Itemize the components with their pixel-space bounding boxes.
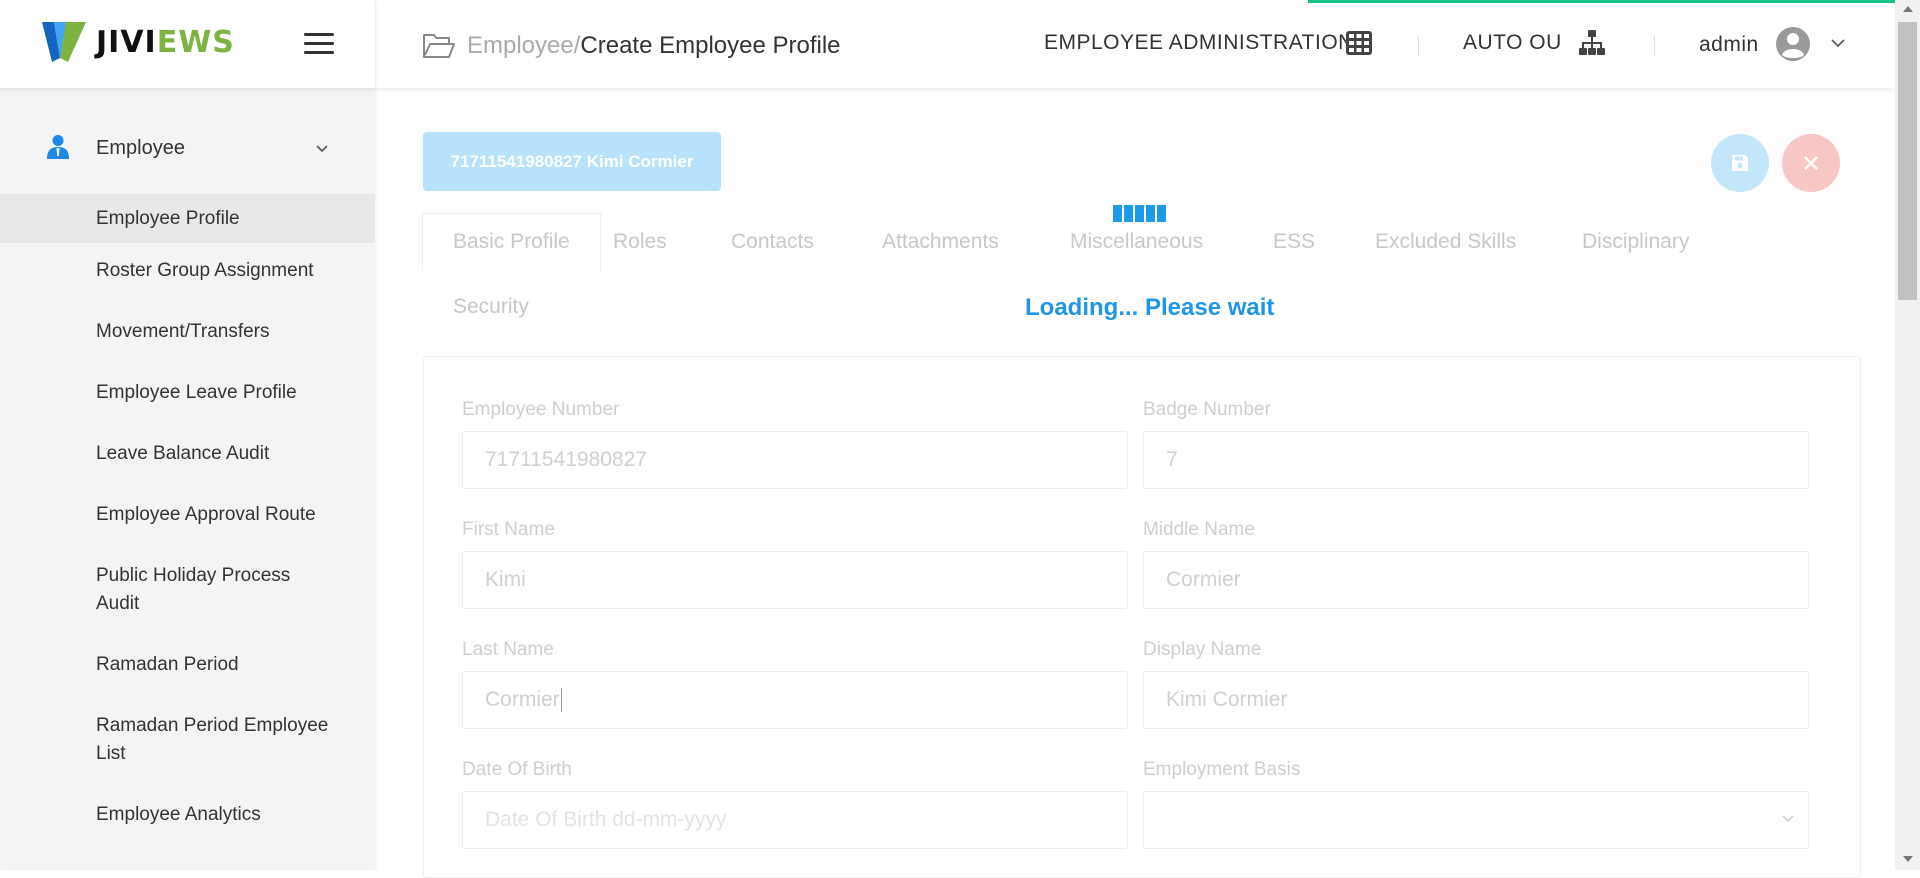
header-divider xyxy=(1654,36,1655,56)
first-name-field[interactable]: Kimi xyxy=(462,551,1128,609)
hamburger-menu-icon[interactable] xyxy=(304,33,334,55)
date-of-birth-label: Date Of Birth xyxy=(462,759,572,780)
last-name-value: Cormier xyxy=(485,688,562,713)
sidebar-item-label: Employee Profile xyxy=(96,208,240,229)
first-name-value: Kimi xyxy=(485,568,526,591)
scroll-up-arrow-icon[interactable] xyxy=(1903,6,1913,12)
user-avatar-icon[interactable] xyxy=(1775,26,1811,62)
close-icon xyxy=(1804,156,1818,170)
sidebar-section-label: Employee xyxy=(96,137,185,159)
sidebar: JIVIEWS Employee Employee Profile Roster… xyxy=(0,0,375,870)
tab-excluded-skills[interactable]: Excluded Skills xyxy=(1375,230,1516,254)
sidebar-item-employee-leave-profile[interactable]: Employee Leave Profile xyxy=(0,365,375,426)
tab-ess[interactable]: ESS xyxy=(1273,230,1315,254)
sidebar-section-employee[interactable]: Employee xyxy=(0,120,375,176)
scroll-down-arrow-icon[interactable] xyxy=(1903,856,1913,862)
basic-profile-form: Employee Number 71711541980827 Badge Num… xyxy=(423,356,1861,878)
display-name-value: Kimi Cormier xyxy=(1166,688,1288,711)
last-name-text: Cormier xyxy=(485,688,560,711)
header-divider xyxy=(1418,36,1419,56)
tab-disciplinary[interactable]: Disciplinary xyxy=(1582,230,1689,254)
sidebar-item-ramadan-period-employee-list[interactable]: Ramadan Period Employee List xyxy=(0,698,375,787)
tab-miscellaneous[interactable]: Miscellaneous xyxy=(1070,230,1203,254)
employment-basis-label: Employment Basis xyxy=(1143,759,1301,780)
module-label[interactable]: EMPLOYEE ADMINISTRATION xyxy=(1044,31,1354,55)
loading-spinner-icon xyxy=(1113,205,1166,222)
folder-open-icon xyxy=(423,34,455,58)
tab-attachments[interactable]: Attachments xyxy=(882,230,999,254)
sidebar-item-leave-balance-audit[interactable]: Leave Balance Audit xyxy=(0,426,375,487)
sidebar-item-label: Roster Group Assignment xyxy=(96,260,314,281)
loading-message: Loading... Please wait xyxy=(1025,294,1275,321)
tab-contacts[interactable]: Contacts xyxy=(731,230,814,254)
sidebar-item-label: Public Holiday Process Audit xyxy=(96,565,291,614)
last-name-field[interactable]: Cormier xyxy=(462,671,1128,729)
sidebar-item-label: Leave Balance Audit xyxy=(96,443,270,464)
tab-roles[interactable]: Roles xyxy=(613,230,667,254)
date-of-birth-placeholder: Date Of Birth dd-mm-yyyy xyxy=(485,808,727,831)
last-name-label: Last Name xyxy=(462,639,554,660)
badge-number-label: Badge Number xyxy=(1143,399,1271,420)
page-scrollbar[interactable] xyxy=(1895,0,1920,870)
sidebar-item-ramadan-period[interactable]: Ramadan Period xyxy=(0,637,375,698)
display-name-field[interactable]: Kimi Cormier xyxy=(1143,671,1809,729)
sidebar-item-label: Employee Leave Profile xyxy=(96,382,297,403)
sidebar-item-employee-profile[interactable]: Employee Profile xyxy=(0,194,375,243)
brand-logo-mark-icon xyxy=(42,22,86,62)
employee-number-value: 71711541980827 xyxy=(485,448,647,471)
badge-number-value: 7 xyxy=(1166,448,1178,471)
sidebar-item-label: Employee Analytics xyxy=(96,804,261,825)
user-name[interactable]: admin xyxy=(1699,33,1759,57)
chevron-down-icon xyxy=(316,145,328,153)
display-name-label: Display Name xyxy=(1143,639,1262,660)
sidebar-item-roster-group-assignment[interactable]: Roster Group Assignment xyxy=(0,243,375,304)
employee-number-label: Employee Number xyxy=(462,399,620,420)
save-floppy-icon xyxy=(1732,155,1748,171)
sidebar-submenu: Employee Profile Roster Group Assignment… xyxy=(0,194,375,848)
person-icon xyxy=(47,135,69,159)
brand-logo[interactable]: JIVIEWS xyxy=(40,20,235,64)
sidebar-item-label: Ramadan Period Employee List xyxy=(96,715,329,764)
top-progress-bar xyxy=(1308,0,1900,3)
tab-basic-profile[interactable]: Basic Profile xyxy=(422,213,601,271)
sidebar-item-movement-transfers[interactable]: Movement/Transfers xyxy=(0,304,375,365)
first-name-label: First Name xyxy=(462,519,555,540)
grid-apps-icon[interactable] xyxy=(1345,29,1373,57)
text-caret xyxy=(560,688,562,713)
brand-name: JIVIEWS xyxy=(96,24,235,60)
middle-name-value: Cormier xyxy=(1166,568,1241,591)
org-unit-label[interactable]: AUTO OU xyxy=(1463,31,1562,55)
employee-id-chip: 71711541980827 Kimi Cormier xyxy=(423,132,721,191)
chevron-down-icon xyxy=(1782,815,1794,823)
chevron-down-icon[interactable] xyxy=(1831,38,1845,48)
breadcrumb-current: Create Employee Profile xyxy=(580,32,841,59)
breadcrumb: Employee/Create Employee Profile xyxy=(423,32,841,60)
date-of-birth-field[interactable]: Date Of Birth dd-mm-yyyy xyxy=(462,791,1128,849)
sidebar-item-label: Movement/Transfers xyxy=(96,321,270,342)
sidebar-item-employee-approval-route[interactable]: Employee Approval Route xyxy=(0,487,375,548)
employment-basis-select[interactable] xyxy=(1143,791,1809,849)
middle-name-label: Middle Name xyxy=(1143,519,1255,540)
org-chart-icon[interactable] xyxy=(1578,29,1606,57)
sidebar-item-employee-analytics[interactable]: Employee Analytics xyxy=(0,787,375,848)
sidebar-item-label: Ramadan Period xyxy=(96,654,239,675)
save-button[interactable] xyxy=(1711,134,1769,192)
middle-name-field[interactable]: Cormier xyxy=(1143,551,1809,609)
logo-bar: JIVIEWS xyxy=(0,0,375,89)
badge-number-field[interactable]: 7 xyxy=(1143,431,1809,489)
sidebar-item-label: Employee Approval Route xyxy=(96,504,316,525)
tab-security[interactable]: Security xyxy=(453,295,529,319)
top-header: Employee/Create Employee Profile EMPLOYE… xyxy=(375,0,1895,88)
employee-number-field[interactable]: 71711541980827 xyxy=(462,431,1128,489)
close-button[interactable] xyxy=(1782,134,1840,192)
breadcrumb-parent[interactable]: Employee/ xyxy=(467,32,580,60)
scrollbar-thumb[interactable] xyxy=(1898,22,1917,300)
sidebar-item-public-holiday-process-audit[interactable]: Public Holiday Process Audit xyxy=(0,548,375,637)
